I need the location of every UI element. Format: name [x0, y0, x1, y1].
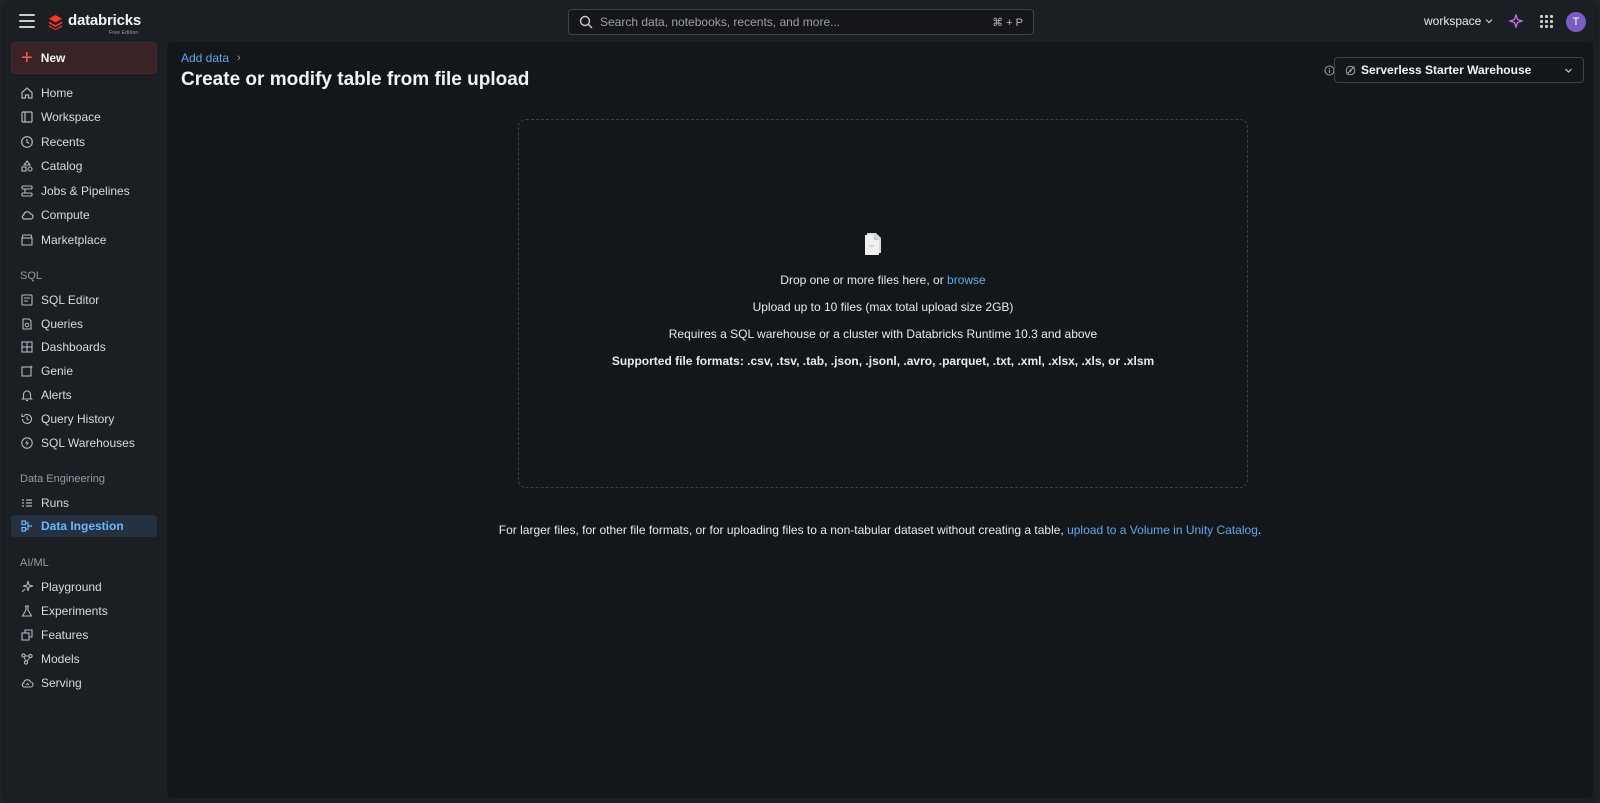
global-search[interactable]: ⌘ + P	[568, 9, 1034, 35]
sidebar-item-genie[interactable]: Genie	[11, 360, 157, 382]
genie-icon	[21, 365, 33, 377]
warehouse-status-icon	[1345, 65, 1356, 75]
page-title: Create or modify table from file upload	[181, 69, 530, 90]
sidebar-item-catalog[interactable]: Catalog	[11, 155, 157, 177]
main-content: Add data › Create or modify table from f…	[167, 42, 1593, 798]
serving-icon	[21, 679, 34, 688]
new-button[interactable]: + New	[11, 42, 157, 74]
breadcrumb: Add data ›	[181, 51, 241, 65]
sidebar-item-recents[interactable]: Recents	[11, 131, 157, 153]
sidebar-item-data-ingestion[interactable]: Data Ingestion	[11, 515, 157, 537]
dropzone-requirements: Requires a SQL warehouse or a cluster wi…	[668, 327, 1098, 341]
brand-edition: Free Edition	[109, 30, 139, 36]
apps-grid-icon[interactable]	[1540, 15, 1553, 28]
models-icon	[21, 653, 33, 665]
section-ai-ml: AI/ML	[20, 557, 49, 569]
sidebar-item-serving[interactable]: Serving	[11, 672, 157, 694]
avatar[interactable]: T	[1566, 12, 1586, 32]
section-data-engineering: Data Engineering	[20, 473, 106, 485]
search-shortcut: ⌘ + P	[992, 16, 1023, 29]
file-icon	[865, 233, 881, 255]
sidebar-item-dashboards[interactable]: Dashboards	[11, 336, 157, 358]
volume-upload-link[interactable]: upload to a Volume in Unity Catalog	[1067, 523, 1258, 537]
workspace-label: workspace	[1424, 14, 1482, 28]
chevron-down-icon	[1485, 19, 1493, 24]
workspace-switcher[interactable]: workspace	[1424, 14, 1493, 28]
editor-icon	[21, 294, 33, 306]
query-icon	[22, 318, 32, 330]
search-icon	[579, 15, 593, 29]
breadcrumb-add-data[interactable]: Add data	[181, 51, 229, 65]
sidebar-item-experiments[interactable]: Experiments	[11, 600, 157, 622]
workflows-icon	[21, 185, 33, 197]
sidebar-item-queries[interactable]: Queries	[11, 313, 157, 335]
sidebar: + New Home Workspace Recents Catalog Job…	[1, 42, 167, 802]
ingestion-icon	[21, 520, 32, 532]
dashboard-icon	[21, 341, 33, 353]
menu-icon[interactable]	[19, 14, 35, 28]
sidebar-item-query-history[interactable]: Query History	[11, 408, 157, 430]
sidebar-item-jobs[interactable]: Jobs & Pipelines	[11, 180, 157, 202]
top-bar: databricks Free Edition ⌘ + P workspace …	[1, 1, 1599, 42]
home-icon	[21, 87, 33, 99]
sidebar-item-features[interactable]: Features	[11, 624, 157, 646]
search-input[interactable]	[600, 15, 993, 29]
flask-icon	[21, 605, 33, 617]
features-icon	[21, 629, 33, 641]
chevron-down-icon	[1565, 68, 1572, 73]
sidebar-item-sql-editor[interactable]: SQL Editor	[11, 289, 157, 311]
browse-link[interactable]: browse	[947, 273, 986, 287]
sidebar-item-home[interactable]: Home	[11, 82, 157, 104]
sidebar-item-sql-warehouses[interactable]: SQL Warehouses	[11, 432, 157, 454]
warehouse-label: Serverless Starter Warehouse	[1361, 63, 1532, 77]
runs-list-icon	[22, 499, 32, 507]
plus-icon: +	[21, 47, 33, 69]
sidebar-item-compute[interactable]: Compute	[11, 204, 157, 226]
sidebar-item-alerts[interactable]: Alerts	[11, 384, 157, 406]
cloud-icon	[21, 211, 34, 220]
file-dropzone[interactable]: Drop one or more files here, or browse U…	[518, 119, 1248, 488]
assistant-sparkle-icon[interactable]	[1509, 14, 1523, 28]
workspace-icon	[21, 111, 33, 123]
breadcrumb-separator: ›	[237, 52, 241, 64]
catalog-icon	[21, 160, 33, 172]
databricks-logo-icon	[48, 14, 63, 30]
sidebar-item-playground[interactable]: Playground	[11, 576, 157, 598]
warehouse-icon	[21, 437, 33, 449]
bell-icon	[21, 390, 33, 402]
sidebar-item-workspace[interactable]: Workspace	[11, 106, 157, 128]
sidebar-item-marketplace[interactable]: Marketplace	[11, 229, 157, 251]
large-file-note: For larger files, for other file formats…	[498, 523, 1262, 537]
sidebar-item-models[interactable]: Models	[11, 648, 157, 670]
store-icon	[21, 234, 33, 246]
sparkle-icon	[21, 580, 34, 593]
section-sql: SQL	[20, 270, 43, 282]
sidebar-item-runs[interactable]: Runs	[11, 492, 157, 514]
brand-name: databricks	[68, 12, 142, 29]
warehouse-selector[interactable]: Serverless Starter Warehouse	[1334, 57, 1584, 83]
dropzone-formats: Supported file formats: .csv, .tsv, .tab…	[611, 354, 1155, 368]
app-window: databricks Free Edition ⌘ + P workspace …	[1, 1, 1599, 802]
history-icon	[21, 413, 33, 424]
clock-icon	[21, 136, 33, 148]
dropzone-instruction: Drop one or more files here, or browse	[780, 273, 986, 287]
dropzone-limit: Upload up to 10 files (max total upload …	[752, 300, 1014, 314]
